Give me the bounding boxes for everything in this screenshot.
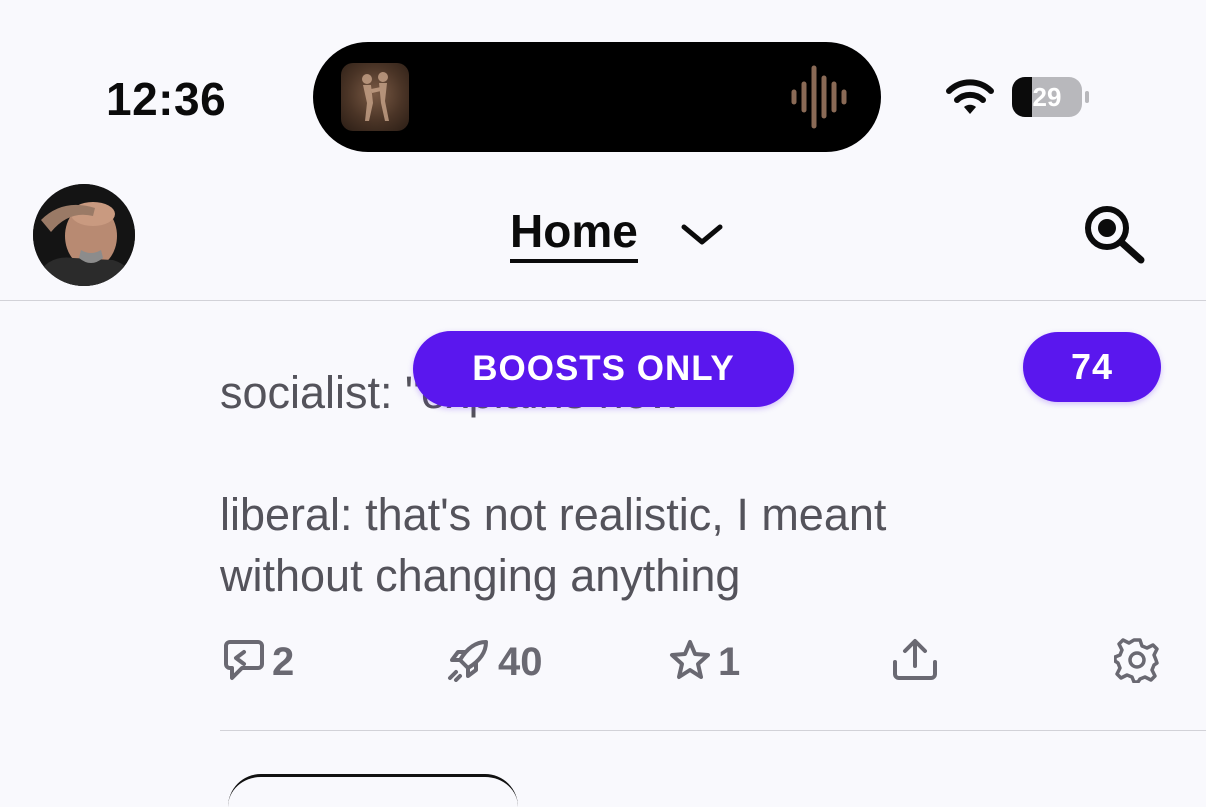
avatar[interactable] [33, 184, 135, 286]
post-text-line: liberal: that's not realistic, I meant [220, 489, 887, 540]
battery-level: 29 [1032, 82, 1062, 112]
battery-nub [1085, 91, 1089, 103]
chevron-down-icon[interactable] [680, 222, 724, 253]
post-divider [220, 730, 1206, 731]
header-divider [0, 300, 1206, 301]
page-title[interactable]: Home [510, 204, 638, 263]
reply-button[interactable]: 2 [222, 638, 295, 687]
rocket-icon [446, 638, 492, 687]
unread-count-pill[interactable]: 74 [1023, 332, 1161, 402]
boosts-only-pill[interactable]: BOOSTS ONLY [413, 331, 794, 407]
favourite-count: 1 [718, 640, 741, 684]
gear-icon [1113, 637, 1160, 688]
more-options-button[interactable] [1113, 637, 1160, 684]
share-button[interactable] [891, 638, 939, 687]
search-icon[interactable] [1082, 203, 1148, 272]
audio-waveform-icon [788, 64, 852, 135]
post-text-line: without changing anything [220, 550, 741, 601]
star-icon [668, 638, 712, 687]
dynamic-island[interactable] [313, 42, 881, 152]
status-time: 12:36 [106, 73, 227, 125]
wifi-icon [945, 78, 995, 121]
reply-count: 2 [272, 640, 295, 684]
boost-button[interactable]: 40 [446, 638, 543, 687]
share-icon [891, 638, 939, 687]
now-playing-artwork[interactable] [341, 63, 409, 131]
boost-count: 40 [498, 640, 543, 684]
reply-icon [222, 638, 266, 687]
favourite-button[interactable]: 1 [668, 638, 741, 687]
